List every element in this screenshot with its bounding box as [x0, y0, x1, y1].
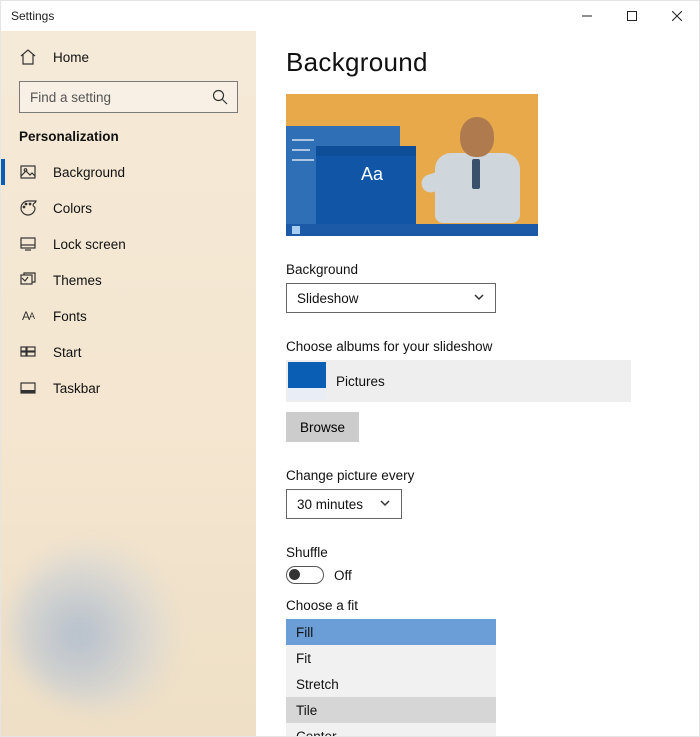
fonts-icon: AA	[19, 307, 37, 325]
fit-option-fill[interactable]: Fill	[286, 619, 496, 645]
lock-screen-icon	[19, 235, 37, 253]
shuffle-label: Shuffle	[286, 545, 669, 560]
home-icon	[19, 48, 37, 66]
fit-option-label: Center	[296, 729, 337, 737]
interval-label: Change picture every	[286, 468, 669, 483]
main-content: Background Aa Background Slideshow Choos…	[256, 31, 699, 736]
minimize-button[interactable]	[564, 1, 609, 31]
fit-option-label: Fit	[296, 651, 311, 666]
maximize-icon	[627, 11, 637, 21]
search-input-box[interactable]	[19, 81, 238, 113]
album-name: Pictures	[336, 374, 385, 389]
album-label: Choose albums for your slideshow	[286, 339, 669, 354]
page-title: Background	[286, 47, 669, 78]
browse-button[interactable]: Browse	[286, 412, 359, 442]
titlebar: Settings	[1, 1, 699, 31]
shuffle-toggle[interactable]	[286, 566, 324, 584]
close-icon	[672, 11, 682, 21]
sidebar-item-label: Lock screen	[53, 237, 126, 252]
preview-taskbar	[286, 224, 538, 236]
fit-dropdown-list: Fill Fit Stretch Tile Center Span	[286, 619, 496, 736]
fit-option-fit[interactable]: Fit	[286, 645, 496, 671]
fit-option-label: Tile	[296, 703, 317, 718]
maximize-button[interactable]	[609, 1, 654, 31]
search-container	[1, 75, 256, 121]
taskbar-icon	[19, 379, 37, 397]
album-thumbnail-icon	[288, 362, 326, 400]
close-button[interactable]	[654, 1, 699, 31]
sidebar-item-label: Fonts	[53, 309, 87, 324]
window-controls	[564, 1, 699, 31]
themes-icon	[19, 271, 37, 289]
window-body: Home Personalization Background	[1, 31, 699, 736]
chevron-down-icon	[379, 497, 391, 512]
sidebar-item-label: Background	[53, 165, 125, 180]
palette-icon	[19, 199, 37, 217]
interval-dropdown[interactable]: 30 minutes	[286, 489, 402, 519]
preview-rule	[292, 139, 314, 141]
sidebar-item-lock-screen[interactable]: Lock screen	[1, 226, 256, 262]
background-dropdown[interactable]: Slideshow	[286, 283, 496, 313]
fit-option-tile[interactable]: Tile	[286, 697, 496, 723]
minimize-icon	[582, 11, 592, 21]
acrylic-blur-decoration	[11, 546, 181, 706]
nav-home[interactable]: Home	[1, 39, 256, 75]
fit-label: Choose a fit	[286, 598, 669, 613]
preview-rule	[292, 159, 314, 161]
fit-option-center[interactable]: Center	[286, 723, 496, 736]
sidebar-item-label: Taskbar	[53, 381, 100, 396]
settings-window: { "titlebar": { "title": "Settings" }, "…	[0, 0, 700, 737]
search-input[interactable]	[28, 89, 211, 106]
shuffle-value: Off	[334, 568, 352, 583]
sidebar-item-themes[interactable]: Themes	[1, 262, 256, 298]
background-preview: Aa	[286, 94, 538, 236]
sidebar-item-label: Start	[53, 345, 82, 360]
sidebar: Home Personalization Background	[1, 31, 256, 736]
interval-value: 30 minutes	[297, 497, 363, 512]
sidebar-section-title: Personalization	[1, 121, 256, 154]
preview-sample-text: Aa	[361, 164, 383, 185]
background-dropdown-value: Slideshow	[297, 291, 359, 306]
sidebar-item-label: Themes	[53, 273, 102, 288]
search-icon	[211, 88, 229, 106]
sidebar-item-colors[interactable]: Colors	[1, 190, 256, 226]
sidebar-item-background[interactable]: Background	[1, 154, 256, 190]
preview-person-graphic	[425, 109, 520, 224]
fit-option-stretch[interactable]: Stretch	[286, 671, 496, 697]
preview-rule	[292, 149, 310, 151]
album-row[interactable]: Pictures	[286, 360, 631, 402]
nav-home-label: Home	[53, 50, 89, 65]
background-dropdown-label: Background	[286, 262, 669, 277]
sidebar-item-start[interactable]: Start	[1, 334, 256, 370]
chevron-down-icon	[473, 291, 485, 306]
sidebar-item-fonts[interactable]: AA Fonts	[1, 298, 256, 334]
fit-option-label: Stretch	[296, 677, 339, 692]
start-icon	[19, 343, 37, 361]
sidebar-item-taskbar[interactable]: Taskbar	[1, 370, 256, 406]
sidebar-item-label: Colors	[53, 201, 92, 216]
preview-window-front	[316, 146, 416, 236]
picture-icon	[19, 163, 37, 181]
window-title: Settings	[1, 9, 54, 23]
fit-option-label: Fill	[296, 625, 313, 640]
